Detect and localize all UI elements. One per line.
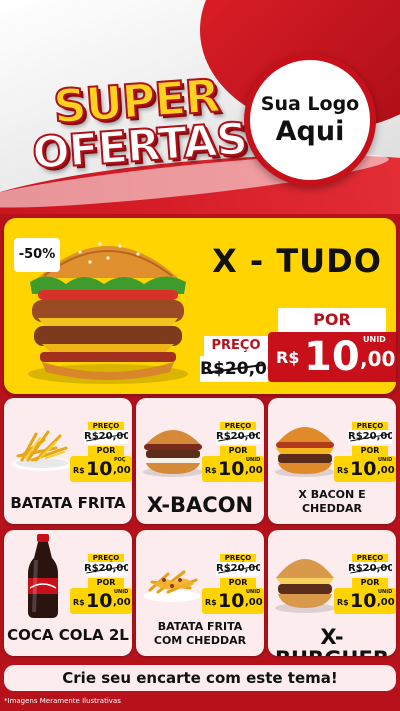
currency: R$ [276, 348, 300, 367]
header: SUPER OFERTAS Sua Logo Aqui [0, 0, 400, 214]
new-price: R$ 10 UNID ,00 [334, 456, 396, 482]
unit-label: UNID [246, 457, 261, 463]
cta-banner[interactable]: Crie seu encarte com este tema! [4, 665, 396, 691]
old-price: R$20,00 [348, 562, 392, 576]
preco-label: PREÇO [352, 422, 388, 430]
featured-name: X - TUDO [212, 242, 382, 280]
super-ofertas-title: SUPER OFERTAS [25, 67, 251, 180]
currency: R$ [337, 598, 349, 607]
por-label: POR [88, 578, 124, 588]
burger-image [275, 427, 335, 477]
preco-label: PREÇO [220, 554, 256, 562]
price-amount: 10 [86, 590, 113, 612]
product-name: X-BURGUER [275, 625, 389, 656]
old-price: R$20,00 [84, 430, 128, 444]
price-amount: 10 [86, 458, 113, 480]
product-name: X-BACON [146, 493, 254, 517]
unit-label: UNID [378, 589, 393, 595]
por-label: POR [352, 446, 388, 456]
product-name: COCA COLA 2L [7, 626, 129, 644]
fries-image [12, 430, 72, 471]
price-cents: ,00 [377, 597, 395, 608]
price-cents: ,00 [113, 465, 131, 476]
logo-placeholder[interactable]: Sua Logo Aqui [244, 54, 376, 186]
por-label: POR [278, 308, 386, 332]
currency: R$ [73, 466, 85, 475]
soda-bottle-image [28, 534, 58, 618]
product-card-batata-cheddar[interactable]: PREÇO R$20,00 POR R$ 10 UNID ,00 BATATA … [136, 530, 264, 656]
product-name-line-1: X BACON E [298, 488, 366, 501]
cheese-fries-image [144, 570, 200, 602]
burger-image [275, 559, 335, 613]
product-name-line-1: BATATA FRITA [157, 620, 243, 633]
old-price: R$20,00 [200, 356, 268, 382]
new-price: R$ 10 UNID ,00 [268, 332, 396, 382]
price-cents: ,00 [377, 465, 395, 476]
por-label: POR [220, 578, 256, 588]
currency: R$ [205, 466, 217, 475]
old-price: R$20,00 [84, 562, 128, 576]
product-name-line-2: COM CHEDDAR [153, 634, 247, 647]
price-cents: ,00 [360, 347, 396, 371]
product-card-x-bacon[interactable]: PREÇO R$20,00 POR R$ 10 UNID ,00 X-BACON [136, 398, 264, 524]
disclaimer: *Imagens Meramente Ilustrativas [4, 697, 121, 705]
por-label: POR [220, 446, 256, 456]
product-name: BATATA FRITA [10, 494, 126, 512]
price-amount: 10 [218, 590, 245, 612]
preco-label: PREÇO [88, 422, 124, 430]
preco-label: PREÇO [204, 336, 268, 356]
currency: R$ [73, 598, 85, 607]
price-amount: 10 [350, 590, 377, 612]
price-cents: ,00 [113, 597, 131, 608]
new-price: R$ 10 POÇ ,00 [70, 456, 132, 482]
preco-label: PREÇO [352, 554, 388, 562]
unit-label: UNID [378, 457, 393, 463]
product-card-x-bacon-cheddar[interactable]: PREÇO R$20,00 POR R$ 10 UNID ,00 X BACON… [268, 398, 396, 524]
old-price: R$20,00 [216, 430, 260, 444]
preco-label: PREÇO [88, 554, 124, 562]
product-card-batata-frita[interactable]: PREÇO R$20,00 POR R$ 10 POÇ ,00 BATATA F… [4, 398, 132, 524]
product-name: BATATA FRITA COM CHEDDAR [138, 620, 262, 648]
unit-label: UNID [114, 589, 129, 595]
product-name: X BACON E CHEDDAR [270, 488, 394, 516]
unit-label: UNID [363, 335, 386, 344]
price-amount: 10 [218, 458, 245, 480]
new-price: R$ 10 UNID ,00 [202, 588, 264, 614]
price-cents: ,00 [245, 465, 263, 476]
product-card-coca-cola[interactable]: PREÇO R$20,00 POR R$ 10 UNID ,00 COCA CO… [4, 530, 132, 656]
flyer: SUPER OFERTAS Sua Logo Aqui -50% X - TUD… [0, 0, 400, 711]
featured-offer[interactable]: -50% X - TUDO PREÇO R$20,00 POR R$ 10 UN… [4, 218, 396, 394]
unit-label: UNID [246, 589, 261, 595]
logo-text-line-1: Sua Logo [260, 93, 360, 115]
new-price: R$ 10 UNID ,00 [202, 456, 264, 482]
burger-image [143, 430, 203, 477]
price-amount: 10 [350, 458, 377, 480]
new-price: R$ 10 UNID ,00 [334, 588, 396, 614]
discount-badge: -50% [14, 238, 60, 272]
old-price: R$20,00 [348, 430, 392, 444]
por-label: POR [352, 578, 388, 588]
price-cents: ,00 [245, 597, 263, 608]
preco-label: PREÇO [220, 422, 256, 430]
product-card-x-burguer[interactable]: PREÇO R$20,00 POR R$ 10 UNID ,00 X-BURGU… [268, 530, 396, 656]
product-name-line-2: CHEDDAR [301, 502, 363, 515]
logo-text-line-2: Aqui [275, 116, 345, 147]
new-price: R$ 10 UNID ,00 [70, 588, 132, 614]
price-amount: 10 [304, 334, 360, 380]
por-label: POR [88, 446, 124, 456]
old-price: R$20,00 [216, 562, 260, 576]
currency: R$ [205, 598, 217, 607]
unit-label: POÇ [114, 457, 126, 463]
currency: R$ [337, 466, 349, 475]
